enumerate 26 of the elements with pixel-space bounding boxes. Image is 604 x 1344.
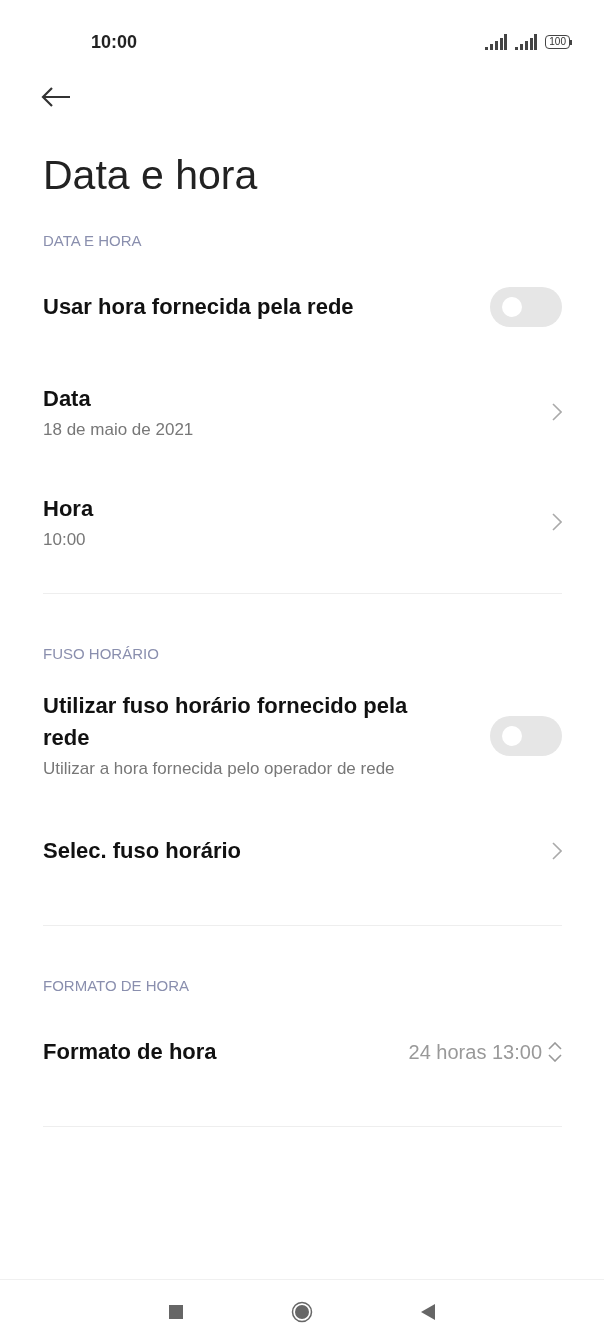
- setting-description: Utilizar a hora fornecida pelo operador de rede: [43, 758, 396, 780]
- toggle-switch[interactable]: [490, 715, 562, 756]
- setting-title[interactable]: Usar hora fornecida pela rede: [43, 291, 354, 323]
- back-arrow-icon: [41, 86, 71, 108]
- up-down-chevron-icon: [548, 1042, 562, 1062]
- signal-icon: [485, 34, 508, 50]
- setting-title[interactable]: Utilizar fuso horário fornecido pela rede: [43, 690, 453, 754]
- toggle-switch[interactable]: [490, 287, 562, 327]
- battery-icon: 100: [545, 35, 572, 49]
- back-nav-button[interactable]: [421, 1304, 435, 1320]
- setting-title[interactable]: Hora: [43, 492, 94, 525]
- section-header: FUSO HORÁRIO: [42, 644, 160, 664]
- chevron-right-icon: [552, 403, 562, 421]
- setting-title[interactable]: Formato de hora: [43, 1036, 217, 1068]
- section-header: DATA E HORA: [42, 231, 143, 251]
- signal-icon: [515, 34, 538, 50]
- clock-time: 10:00: [91, 30, 138, 53]
- page-title: Data e hora: [43, 151, 259, 200]
- chevron-right-icon: [552, 513, 562, 531]
- home-button[interactable]: [291, 1301, 313, 1323]
- setting-description: 18 de maio de 2021: [43, 418, 194, 441]
- setting-description: 10:00: [43, 528, 87, 551]
- setting-title[interactable]: Selec. fuso horário: [43, 835, 242, 867]
- chevron-right-icon: [552, 842, 562, 860]
- setting-title[interactable]: Data: [43, 382, 194, 415]
- section-header: FORMATO DE HORA: [42, 976, 191, 996]
